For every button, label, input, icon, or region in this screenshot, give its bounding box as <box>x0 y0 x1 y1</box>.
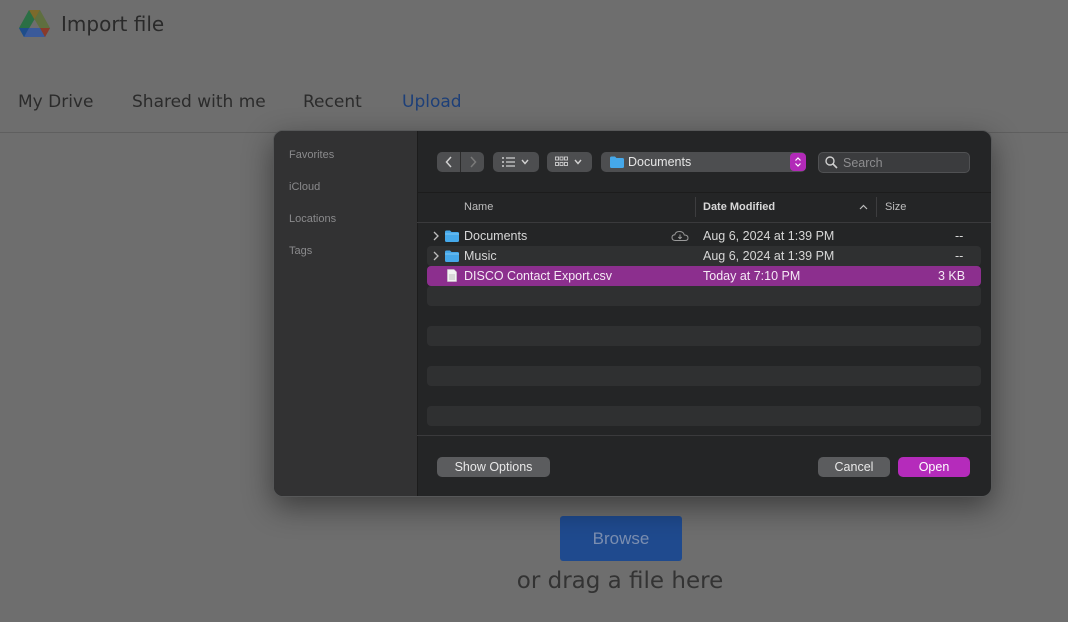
tab-upload[interactable]: Upload <box>402 92 462 112</box>
column-divider <box>695 197 696 217</box>
folder-icon <box>610 156 624 168</box>
column-headers: Name Date Modified Size <box>417 192 991 223</box>
dialog-footer: Show Options Cancel Open <box>417 435 991 496</box>
file-row-music[interactable]: Music Aug 6, 2024 at 1:39 PM -- <box>427 246 981 266</box>
file-name: Documents <box>464 229 528 243</box>
folder-icon <box>445 230 459 242</box>
picker-tabs: My Drive Shared with me Recent Upload <box>0 88 1068 133</box>
sidebar-section-locations[interactable]: Locations <box>289 213 336 225</box>
dialog-sidebar: Favorites iCloud Locations Tags <box>274 131 418 496</box>
column-date-modified[interactable]: Date Modified <box>703 201 775 213</box>
list-view-button[interactable] <box>493 152 539 172</box>
empty-row <box>427 406 981 426</box>
column-size[interactable]: Size <box>885 201 906 213</box>
file-date: Today at 7:10 PM <box>703 269 801 283</box>
chevron-left-icon <box>444 156 452 168</box>
file-name: Music <box>464 249 497 263</box>
file-row-documents[interactable]: Documents Aug 6, 2024 at 1:39 PM -- <box>427 226 981 246</box>
browse-button[interactable]: Browse <box>560 516 682 561</box>
sidebar-section-icloud[interactable]: iCloud <box>289 181 320 193</box>
grid-view-button[interactable] <box>547 152 592 172</box>
page-title: Import file <box>61 12 165 36</box>
tab-my-drive[interactable]: My Drive <box>18 92 93 112</box>
disclosure-chevron-icon[interactable] <box>431 229 441 243</box>
csv-file-icon <box>447 269 457 282</box>
location-label: Documents <box>628 155 692 169</box>
open-button[interactable]: Open <box>898 457 970 477</box>
show-options-button[interactable]: Show Options <box>437 457 550 477</box>
disclosure-chevron-icon[interactable] <box>431 249 441 263</box>
grid-view-icon <box>554 156 582 166</box>
picker-header: Import file <box>0 0 1068 50</box>
icloud-download-icon <box>671 230 689 241</box>
location-stepper[interactable] <box>790 153 806 171</box>
sort-ascending-icon <box>859 204 868 210</box>
tab-recent[interactable]: Recent <box>303 92 362 112</box>
empty-row <box>427 326 981 346</box>
up-down-chevron-icon <box>795 157 801 167</box>
empty-row <box>427 286 981 306</box>
column-divider <box>876 197 877 217</box>
sidebar-section-tags[interactable]: Tags <box>289 245 312 257</box>
tab-shared-with-me[interactable]: Shared with me <box>132 92 266 112</box>
location-dropdown[interactable]: Documents <box>601 152 806 172</box>
folder-icon <box>445 250 459 262</box>
file-row-disco-contact-export[interactable]: DISCO Contact Export.csv Today at 7:10 P… <box>427 266 981 286</box>
empty-row <box>427 366 981 386</box>
file-size: 3 KB <box>938 269 966 283</box>
file-date: Aug 6, 2024 at 1:39 PM <box>703 229 835 243</box>
google-drive-logo-icon <box>19 10 50 37</box>
search-field[interactable] <box>818 152 970 173</box>
back-button[interactable] <box>437 152 461 172</box>
forward-button[interactable] <box>461 152 484 172</box>
search-input[interactable] <box>843 154 963 171</box>
sidebar-section-favorites[interactable]: Favorites <box>289 149 334 161</box>
navigation-buttons <box>437 152 484 172</box>
chevron-right-icon <box>469 156 477 168</box>
file-date: Aug 6, 2024 at 1:39 PM <box>703 249 835 263</box>
drag-drop-hint: or drag a file here <box>516 568 724 594</box>
column-name[interactable]: Name <box>464 201 493 213</box>
file-open-dialog: Favorites iCloud Locations Tags Document… <box>273 130 992 497</box>
file-size: -- <box>955 249 964 263</box>
search-icon <box>825 156 838 169</box>
file-size: -- <box>955 229 964 243</box>
cancel-button[interactable]: Cancel <box>818 457 890 477</box>
list-view-icon <box>502 157 529 167</box>
file-name: DISCO Contact Export.csv <box>464 269 612 283</box>
